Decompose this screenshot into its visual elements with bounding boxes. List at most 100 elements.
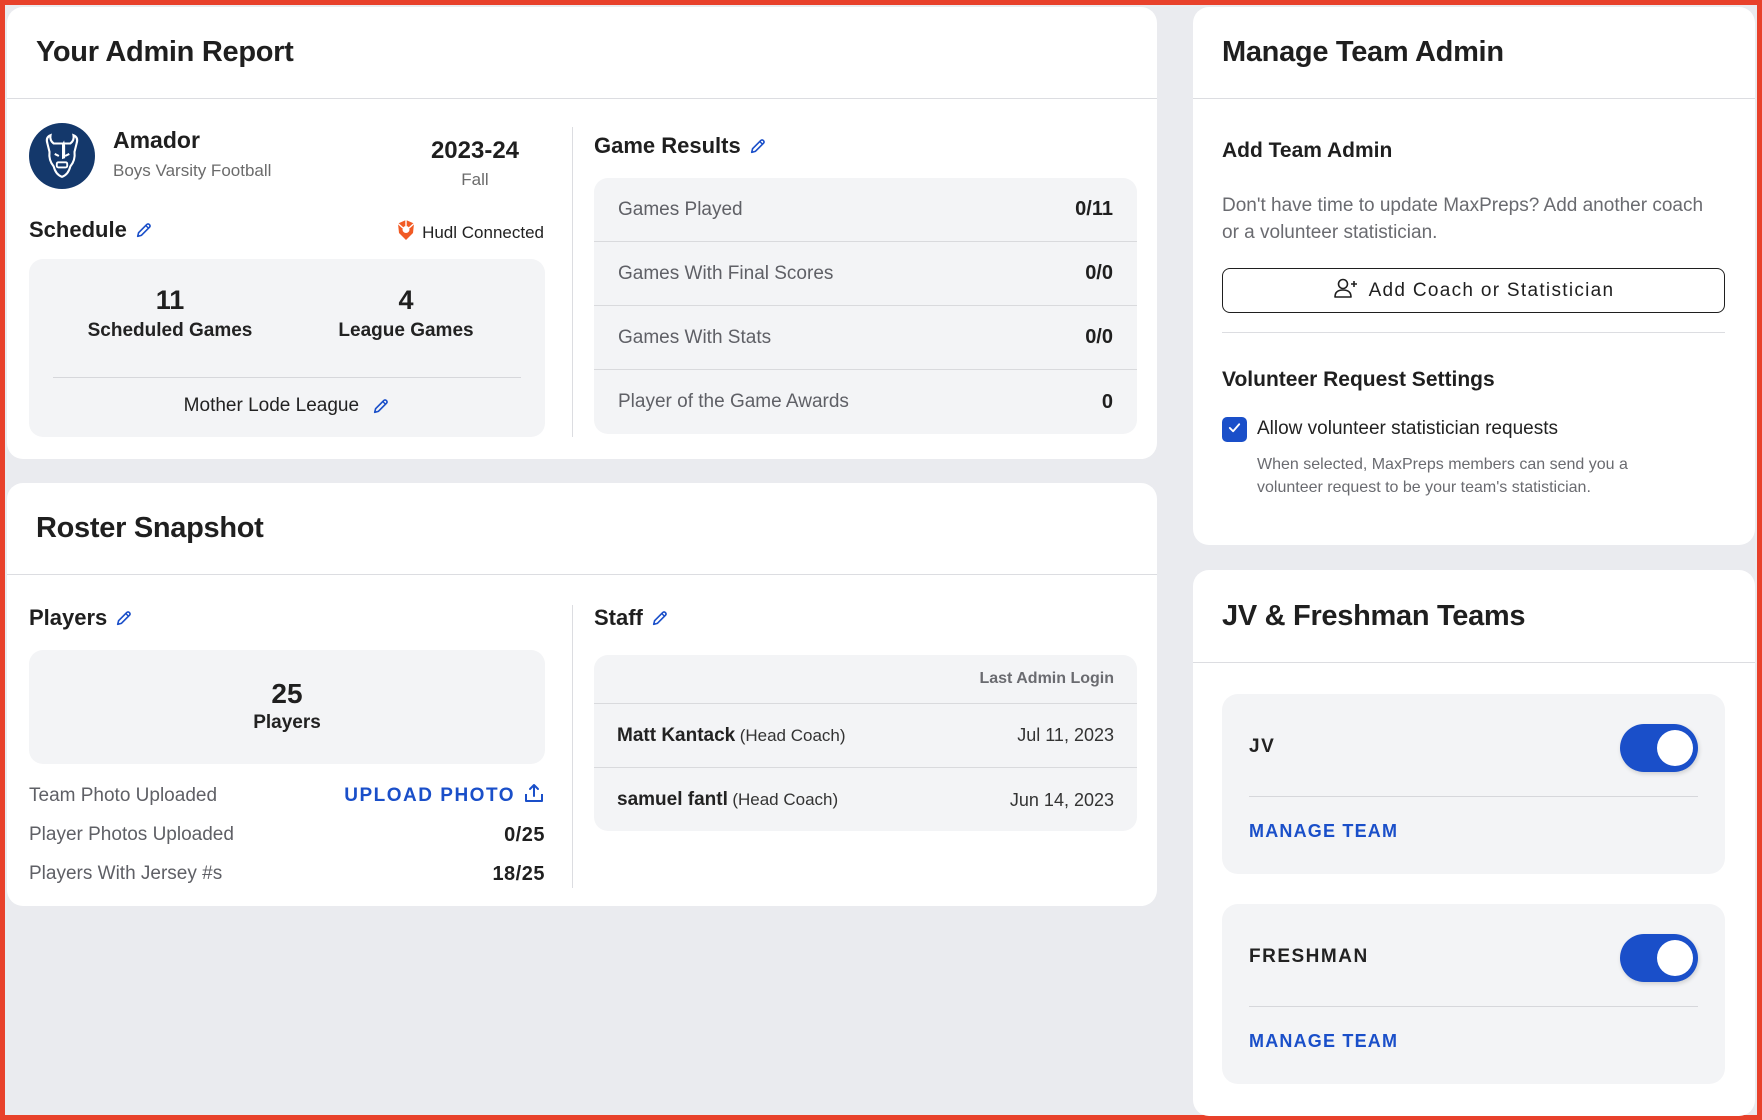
add-user-icon [1333, 277, 1359, 305]
team-panel-divider [1249, 796, 1698, 797]
game-results-title: Game Results [594, 133, 741, 158]
manage-divider [1222, 332, 1725, 333]
admin-report-card: Your Admin Report Amador Boys Varsity Fo… [7, 7, 1157, 459]
roster-column-divider [572, 605, 573, 888]
player-photos-row: Player Photos Uploaded 0/25 [29, 821, 545, 849]
admin-column-divider [572, 127, 573, 437]
team-sport: Boys Varsity Football [113, 161, 272, 180]
season-year: 2023-24 [430, 137, 520, 164]
staff-role: (Head Coach) [739, 725, 846, 745]
game-results-row: Games Played 0/11 [594, 178, 1137, 242]
add-coach-button-label: Add Coach or Statistician [1368, 279, 1615, 301]
jersey-numbers-label: Players With Jersey #s [29, 863, 223, 884]
league-name: Mother Lode League [183, 395, 360, 416]
game-results-value: 0 [1101, 390, 1113, 413]
add-team-admin-description: Don't have time to update MaxPreps? Add … [1222, 195, 1704, 243]
manage-jv-team-link[interactable]: MANAGE TEAM [1249, 821, 1398, 842]
manage-team-admin-title: Manage Team Admin [1222, 36, 1504, 68]
edit-staff-pencil-icon[interactable] [651, 609, 669, 627]
team-photo-row: Team Photo Uploaded UPLOAD PHOTO [29, 782, 545, 810]
jersey-numbers-row: Players With Jersey #s 18/25 [29, 860, 545, 888]
game-results-label: Games Played [618, 198, 743, 220]
team-name: Amador [113, 127, 200, 153]
game-results-label: Games With Final Scores [618, 262, 834, 284]
allow-volunteer-label[interactable]: Allow volunteer statistician requests [1257, 418, 1558, 440]
hudl-status: Hudl Connected [396, 219, 544, 246]
staff-role: (Head Coach) [732, 790, 839, 809]
jersey-numbers-value: 18/25 [492, 862, 545, 885]
staff-title: Staff [594, 605, 643, 630]
staff-heading: Staff [594, 605, 669, 631]
staff-table-header: Last Admin Login [594, 655, 1137, 704]
staff-last-login: Jul 11, 2023 [1017, 725, 1114, 745]
edit-game-results-pencil-icon[interactable] [749, 137, 767, 155]
schedule-heading: Schedule [29, 217, 153, 243]
upload-icon [523, 782, 545, 810]
staff-table: Last Admin Login Matt Kantack (Head Coac… [594, 655, 1137, 831]
game-results-row: Player of the Game Awards 0 [594, 370, 1137, 434]
schedule-title: Schedule [29, 217, 127, 242]
schedule-divider [53, 377, 521, 378]
staff-identity: Matt Kantack (Head Coach) [617, 725, 846, 747]
manage-freshman-team-link[interactable]: MANAGE TEAM [1249, 1031, 1398, 1052]
hudl-logo-icon [396, 219, 416, 246]
season-term: Fall [461, 170, 489, 189]
allow-volunteer-checkbox[interactable] [1222, 417, 1247, 442]
manage-team-admin-header: Manage Team Admin [1193, 7, 1755, 99]
manage-team-admin-card: Manage Team Admin Add Team Admin Don't h… [1193, 7, 1755, 545]
league-row: Mother Lode League [29, 395, 545, 417]
edit-players-pencil-icon[interactable] [115, 609, 133, 627]
game-results-row: Games With Stats 0/0 [594, 306, 1137, 370]
team-panel-jv: JV MANAGE TEAM [1222, 694, 1725, 874]
players-count: 25 [271, 678, 303, 709]
admin-report-header: Your Admin Report [7, 7, 1157, 99]
roster-snapshot-title: Roster Snapshot [36, 512, 264, 544]
staff-identity: samuel fantl (Head Coach) [617, 789, 838, 811]
scheduled-games-stat: 11 Scheduled Games [60, 285, 280, 342]
player-photos-value: 0/25 [504, 823, 545, 846]
scheduled-games-label: Scheduled Games [87, 320, 253, 341]
staff-row: samuel fantl (Head Coach) Jun 14, 2023 [594, 768, 1137, 831]
staff-name: Matt Kantack [617, 724, 736, 746]
edit-schedule-pencil-icon[interactable] [135, 221, 153, 239]
toggle-knob [1657, 940, 1693, 976]
league-games-stat: 4 League Games [296, 285, 516, 342]
team-panel-name: JV [1249, 736, 1276, 757]
staff-row: Matt Kantack (Head Coach) Jul 11, 2023 [594, 704, 1137, 768]
game-results-table: Games Played 0/11 Games With Final Score… [594, 178, 1137, 434]
league-games-count: 4 [398, 285, 414, 315]
game-results-heading: Game Results [594, 133, 767, 159]
schedule-summary: 11 Scheduled Games 4 League Games Mother… [29, 259, 545, 437]
jv-freshman-title: JV & Freshman Teams [1222, 599, 1526, 632]
last-admin-login-header: Last Admin Login [979, 670, 1114, 687]
jv-freshman-header: JV & Freshman Teams [1193, 570, 1755, 663]
players-heading: Players [29, 605, 133, 631]
players-count-label: Players [253, 712, 321, 733]
team-panel-freshman: FRESHMAN MANAGE TEAM [1222, 904, 1725, 1084]
add-team-admin-title: Add Team Admin [1222, 139, 1393, 162]
game-results-label: Games With Stats [618, 326, 772, 348]
add-coach-or-statistician-button[interactable]: Add Coach or Statistician [1222, 268, 1725, 313]
bison-logo-icon [29, 123, 95, 189]
game-results-value: 0/0 [1085, 326, 1113, 348]
freshman-toggle[interactable] [1620, 934, 1698, 982]
players-title: Players [29, 605, 108, 630]
upload-photo-button[interactable]: UPLOAD PHOTO [344, 782, 545, 810]
staff-last-login: Jun 14, 2023 [1009, 789, 1114, 810]
team-panel-divider [1249, 1006, 1698, 1007]
edit-league-pencil-icon[interactable] [372, 397, 390, 415]
jv-freshman-card: JV & Freshman Teams JV MANAGE TEAM FRESH… [1193, 570, 1755, 1116]
toggle-knob [1657, 730, 1693, 766]
team-photo-label: Team Photo Uploaded [29, 785, 218, 806]
upload-photo-label: UPLOAD PHOTO [344, 785, 515, 806]
scheduled-games-count: 11 [155, 285, 185, 315]
jv-toggle[interactable] [1620, 724, 1698, 772]
game-results-row: Games With Final Scores 0/0 [594, 242, 1137, 306]
team-panel-name: FRESHMAN [1249, 946, 1369, 967]
roster-snapshot-card: Roster Snapshot Players 25 Players Team … [7, 483, 1157, 906]
volunteer-settings-title: Volunteer Request Settings [1222, 368, 1495, 391]
game-results-label: Player of the Game Awards [618, 391, 849, 412]
player-photos-label: Player Photos Uploaded [29, 824, 234, 845]
admin-report-title: Your Admin Report [36, 36, 294, 68]
staff-name: samuel fantl [617, 789, 728, 810]
